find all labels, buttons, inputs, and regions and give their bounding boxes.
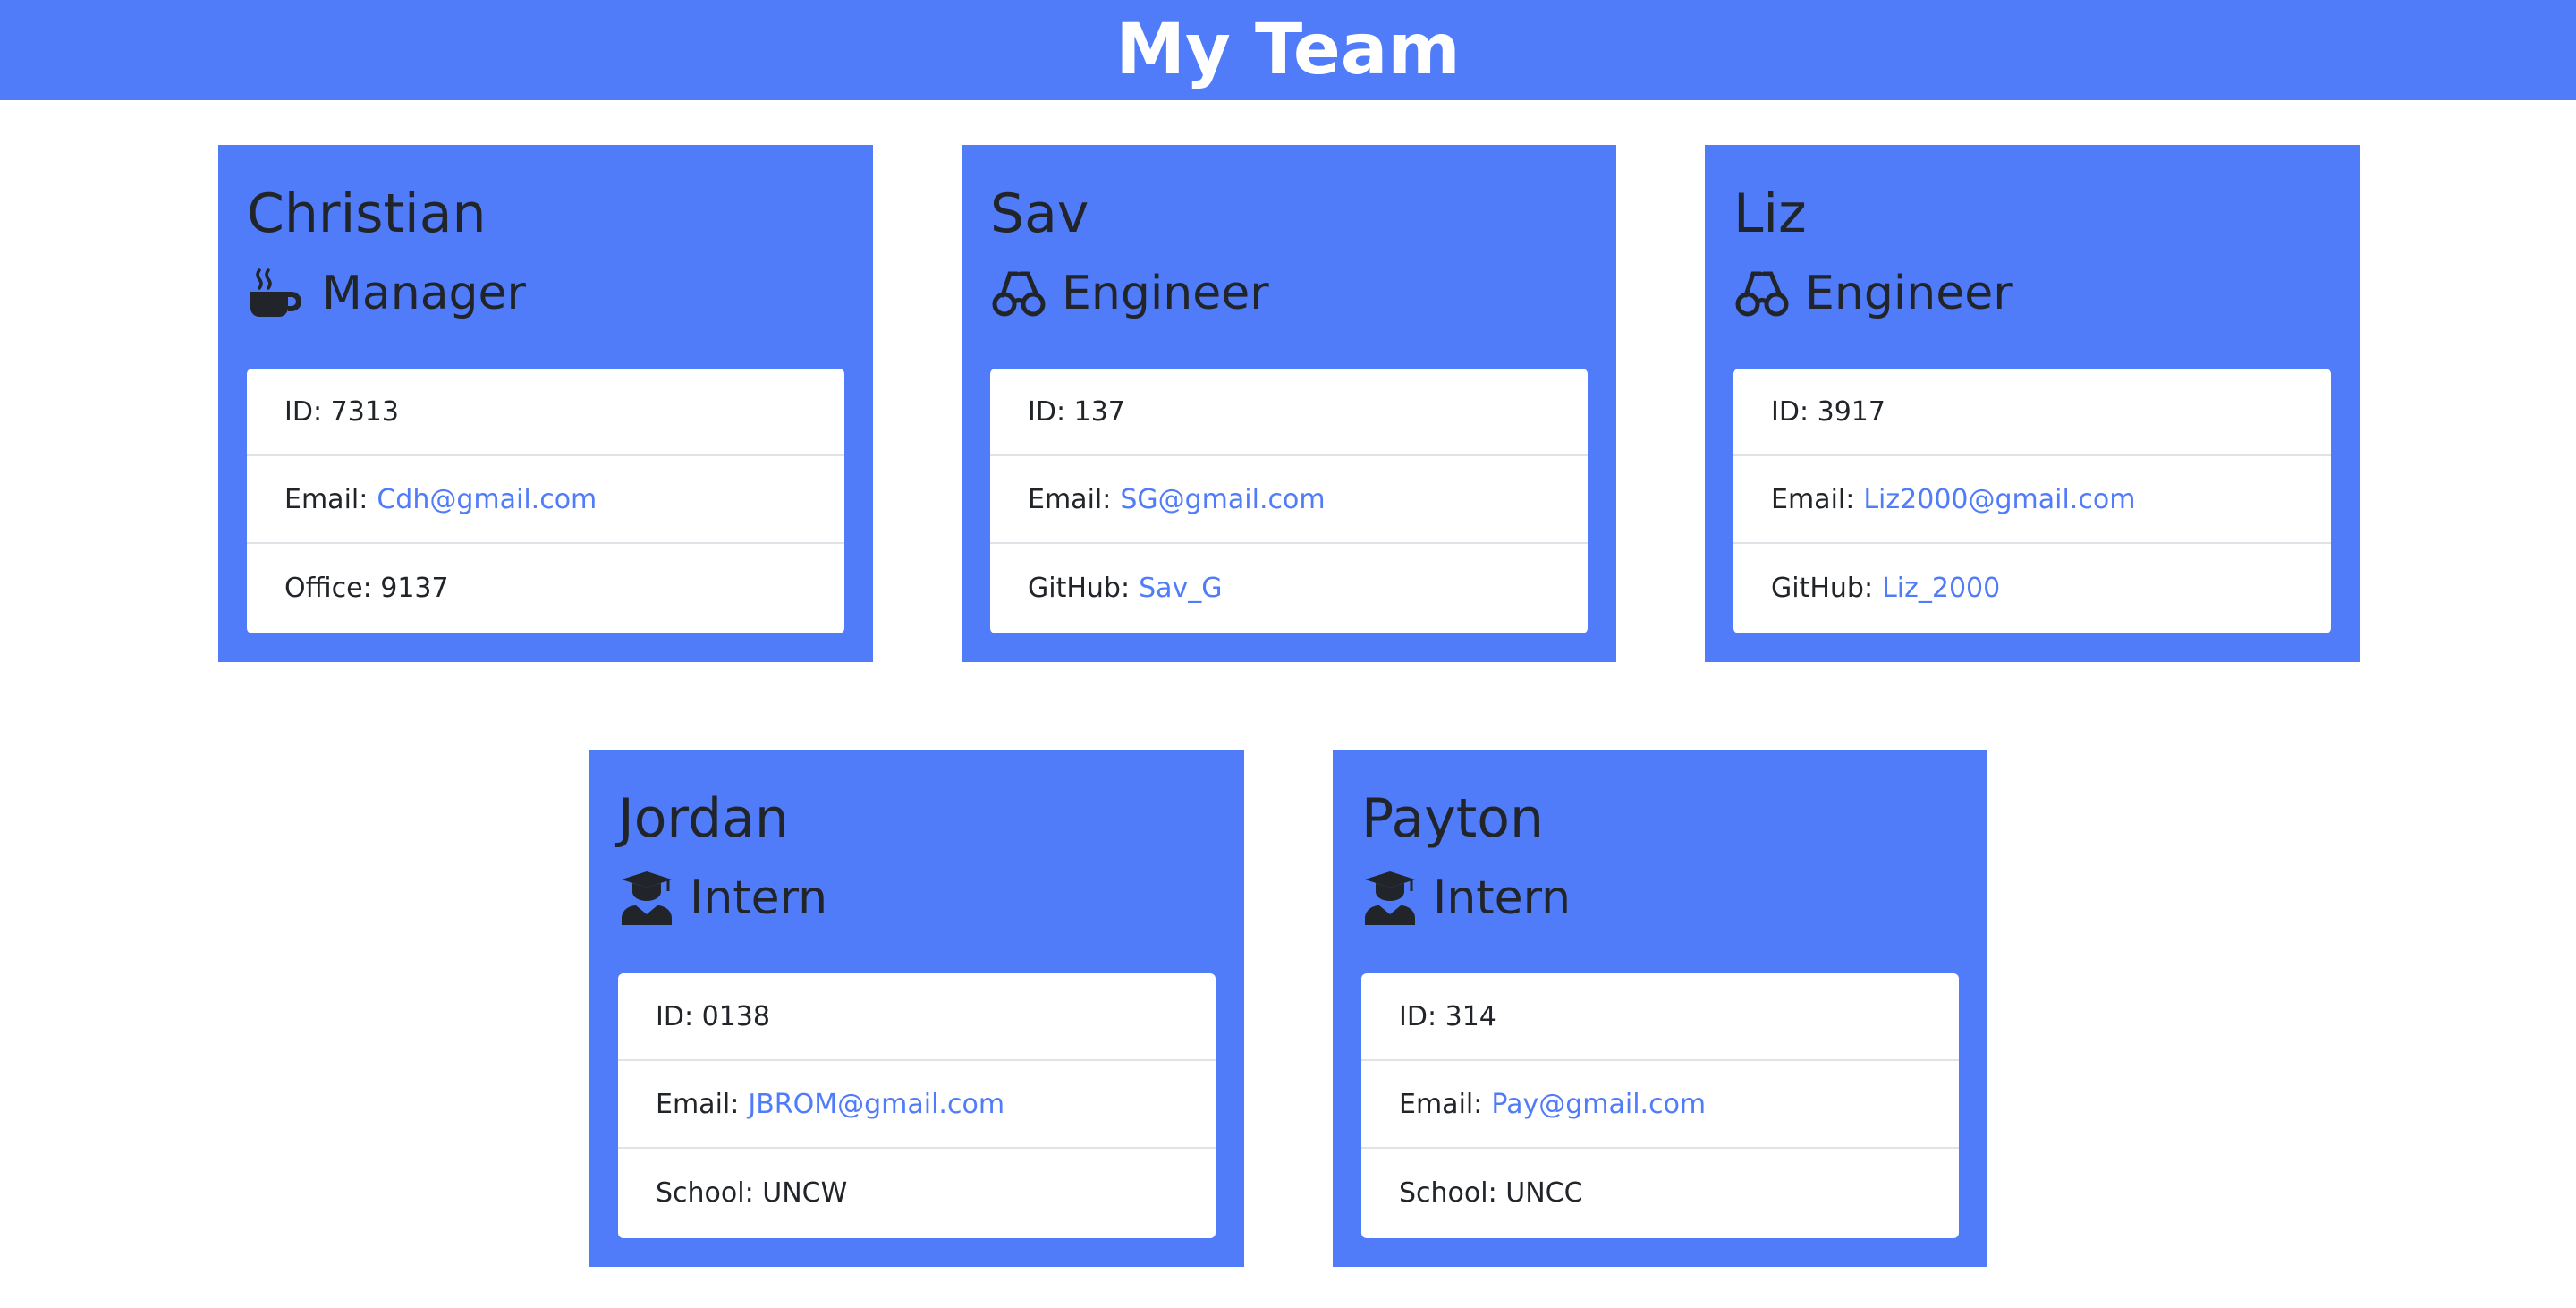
- school-label: School:: [1399, 1176, 1497, 1209]
- email-link[interactable]: Pay@gmail.com: [1491, 1089, 1706, 1120]
- id-value: 137: [1073, 395, 1125, 428]
- github-label: GitHub:: [1028, 572, 1131, 604]
- email-link[interactable]: Cdh@gmail.com: [377, 484, 597, 515]
- role-label: Intern: [690, 871, 828, 925]
- employee-info-list: ID: 0138 Email: JBROM@gmail.com School: U…: [618, 973, 1216, 1238]
- info-email: Email: Liz2000@gmail.com: [1733, 456, 2331, 544]
- email-label: Email:: [1399, 1088, 1483, 1120]
- info-id: ID: 314: [1361, 973, 1959, 1061]
- info-email: Email: JBROM@gmail.com: [618, 1061, 1216, 1149]
- info-school: School: UNCC: [1361, 1149, 1959, 1236]
- employee-role: Manager: [247, 258, 526, 329]
- employee-role: Engineer: [990, 258, 1269, 329]
- employee-info-list: ID: 3917 Email: Liz2000@gmail.com GitHub:…: [1733, 369, 2331, 633]
- info-id: ID: 3917: [1733, 369, 2331, 456]
- info-school: School: UNCW: [618, 1149, 1216, 1236]
- info-email: Email: SG@gmail.com: [990, 456, 1588, 544]
- employee-name: Sav: [990, 183, 1089, 245]
- role-label: Engineer: [1805, 267, 2012, 320]
- info-email: Email: Pay@gmail.com: [1361, 1061, 1959, 1149]
- employee-card-jordan: Jordan Intern ID: 0138 Email: JBROM@gmail…: [589, 750, 1244, 1267]
- github-label: GitHub:: [1771, 572, 1874, 604]
- graduate-icon: [618, 870, 675, 927]
- employee-info-list: ID: 314 Email: Pay@gmail.com School: UNCC: [1361, 973, 1959, 1238]
- github-link[interactable]: Liz_2000: [1882, 573, 2000, 604]
- employee-name: Payton: [1361, 787, 1545, 850]
- office-value: 9137: [380, 572, 449, 604]
- email-link[interactable]: Liz2000@gmail.com: [1863, 484, 2135, 515]
- role-label: Engineer: [1062, 267, 1269, 320]
- github-link[interactable]: Sav_G: [1139, 573, 1222, 604]
- role-label: Manager: [322, 267, 526, 320]
- employee-card-sav: Sav Engineer ID: 137 Email: SG@gmail.com …: [962, 145, 1616, 662]
- id-label: ID:: [656, 1000, 694, 1032]
- info-id: ID: 7313: [247, 369, 844, 456]
- id-value: 3917: [1817, 395, 1885, 428]
- email-link[interactable]: JBROM@gmail.com: [748, 1089, 1004, 1120]
- employee-name: Jordan: [618, 787, 789, 850]
- email-label: Email:: [656, 1088, 740, 1120]
- school-value: UNCW: [762, 1176, 848, 1209]
- id-label: ID:: [1399, 1000, 1437, 1032]
- glasses-icon: [990, 265, 1047, 322]
- info-office: Office: 9137: [247, 544, 844, 632]
- glasses-icon: [1733, 265, 1791, 322]
- email-label: Email:: [1028, 483, 1112, 515]
- id-label: ID:: [1028, 395, 1066, 428]
- info-email: Email: Cdh@gmail.com: [247, 456, 844, 544]
- email-link[interactable]: SG@gmail.com: [1120, 484, 1325, 515]
- id-label: ID:: [1771, 395, 1809, 428]
- mug-hot-icon: [247, 265, 304, 322]
- id-value: 0138: [701, 1000, 770, 1032]
- employee-info-list: ID: 7313 Email: Cdh@gmail.com Office: 913…: [247, 369, 844, 633]
- id-value: 314: [1445, 1000, 1496, 1032]
- page-header: My Team: [0, 0, 2576, 100]
- school-value: UNCC: [1505, 1176, 1583, 1209]
- employee-name: Christian: [247, 183, 487, 245]
- graduate-icon: [1361, 870, 1419, 927]
- info-github: GitHub: Liz_2000: [1733, 544, 2331, 632]
- employee-role: Engineer: [1733, 258, 2012, 329]
- email-label: Email:: [284, 483, 369, 515]
- employee-name: Liz: [1733, 183, 1807, 245]
- info-github: GitHub: Sav_G: [990, 544, 1588, 632]
- id-value: 7313: [330, 395, 399, 428]
- school-label: School:: [656, 1176, 754, 1209]
- id-label: ID:: [284, 395, 323, 428]
- employee-card-payton: Payton Intern ID: 314 Email: Pay@gmail.co…: [1333, 750, 1987, 1267]
- page-title: My Team: [1115, 10, 1461, 90]
- info-id: ID: 0138: [618, 973, 1216, 1061]
- employee-role: Intern: [618, 862, 827, 934]
- employee-role: Intern: [1361, 862, 1571, 934]
- info-id: ID: 137: [990, 369, 1588, 456]
- office-label: Office:: [284, 572, 372, 604]
- role-label: Intern: [1433, 871, 1572, 925]
- employee-card-christian: Christian Manager ID: 7313 Email: Cdh@gma…: [218, 145, 873, 662]
- employee-info-list: ID: 137 Email: SG@gmail.com GitHub: Sav_G: [990, 369, 1588, 633]
- email-label: Email:: [1771, 483, 1855, 515]
- employee-card-liz: Liz Engineer ID: 3917 Email: Liz2000@gmai…: [1705, 145, 2360, 662]
